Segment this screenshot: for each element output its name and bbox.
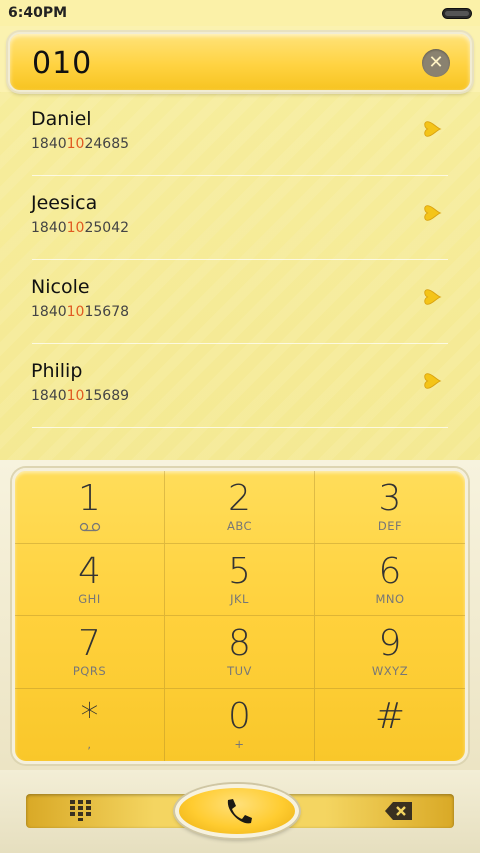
key-digit: 9: [378, 623, 402, 664]
number-match-highlight: 10: [66, 136, 85, 152]
contact-number: 18401015678: [31, 304, 130, 320]
contact-name: Nicole: [31, 276, 90, 298]
key-4[interactable]: 4 GHI: [15, 543, 165, 616]
key-digit: #: [374, 695, 406, 737]
key-letters: WXYZ: [371, 664, 409, 678]
number-match-highlight: 10: [66, 220, 85, 236]
contact-name: Jeesica: [31, 192, 98, 214]
key-digit: 2: [228, 478, 251, 519]
key-digit: 3: [378, 478, 402, 519]
clear-button[interactable]: ✕: [422, 49, 450, 77]
dialed-number-bar: 010 ✕: [0, 26, 480, 92]
bottom-action-bar: [0, 770, 480, 853]
key-digit: 8: [228, 623, 251, 664]
key-3[interactable]: 3 DEF: [315, 471, 465, 544]
close-icon: ✕: [428, 52, 444, 73]
key-1[interactable]: 1: [15, 471, 165, 544]
contact-row[interactable]: Nicole 18401015678: [0, 260, 480, 344]
key-digit: 1: [78, 478, 101, 519]
key-5[interactable]: 5 JKL: [165, 543, 315, 616]
heart-icon[interactable]: [422, 370, 444, 392]
number-match-highlight: 10: [66, 304, 85, 320]
key-letters: +: [234, 736, 245, 751]
key-letters: DEF: [377, 519, 403, 533]
key-7[interactable]: 7 PQRS: [15, 616, 165, 689]
contact-row[interactable]: Philip 18401015689: [0, 344, 480, 428]
dialpad: 1 2 ABC 3 DEF 4 GHI 5 JKL 6 MNO 7 PQRS 8…: [12, 468, 468, 764]
key-letters: MNO: [375, 591, 405, 606]
key-hash[interactable]: #: [315, 689, 465, 762]
contact-row[interactable]: Daniel 18401024685: [0, 92, 480, 176]
key-letters: PQRS: [72, 664, 107, 678]
heart-icon[interactable]: [422, 202, 444, 224]
battery-icon: [442, 8, 472, 19]
voicemail-icon: [79, 522, 100, 532]
contact-row[interactable]: Jeesica 18401025042: [0, 176, 480, 260]
heart-icon[interactable]: [422, 286, 444, 308]
dialed-number-text: 010: [32, 46, 93, 81]
key-8[interactable]: 8 TUV: [165, 616, 315, 689]
phone-icon: [227, 799, 252, 824]
backspace-icon[interactable]: [384, 800, 414, 822]
number-match-highlight: 10: [66, 388, 85, 404]
contact-number: 18401025042: [31, 220, 130, 236]
key-letters: GHI: [78, 591, 101, 606]
key-9[interactable]: 9 WXYZ: [315, 616, 465, 689]
dialed-number-field[interactable]: 010 ✕: [8, 32, 472, 92]
key-6[interactable]: 6 MNO: [315, 544, 465, 616]
row-divider: [32, 427, 448, 428]
key-letters: TUV: [227, 664, 252, 678]
dialpad-frame: 1 2 ABC 3 DEF 4 GHI 5 JKL 6 MNO 7 PQRS 8…: [0, 460, 480, 770]
contact-number: 18401024685: [31, 136, 130, 152]
key-digit: 0: [228, 695, 251, 737]
key-digit: 7: [78, 623, 101, 664]
key-2[interactable]: 2 ABC: [165, 471, 315, 544]
key-letters: JKL: [230, 591, 249, 606]
contact-number: 18401015689: [31, 388, 130, 404]
key-digit: 5: [228, 550, 251, 592]
contact-name: Daniel: [31, 108, 92, 130]
status-time: 6:40PM: [8, 5, 68, 21]
call-button[interactable]: [175, 784, 299, 838]
key-digit: 4: [78, 550, 101, 592]
key-0[interactable]: 0 +: [165, 688, 315, 761]
key-letters: ABC: [226, 519, 253, 533]
key-letters: ,: [87, 736, 92, 751]
key-star[interactable]: * ,: [15, 688, 165, 761]
key-digit: *: [80, 695, 99, 737]
key-digit: 6: [378, 550, 402, 592]
heart-icon[interactable]: [422, 118, 444, 140]
status-bar: 6:40PM: [0, 0, 480, 26]
keypad-grid-icon[interactable]: [68, 798, 94, 822]
contact-name: Philip: [31, 360, 83, 382]
contact-results-list: Daniel 18401024685 Jeesica 18401025042 N…: [0, 92, 480, 457]
